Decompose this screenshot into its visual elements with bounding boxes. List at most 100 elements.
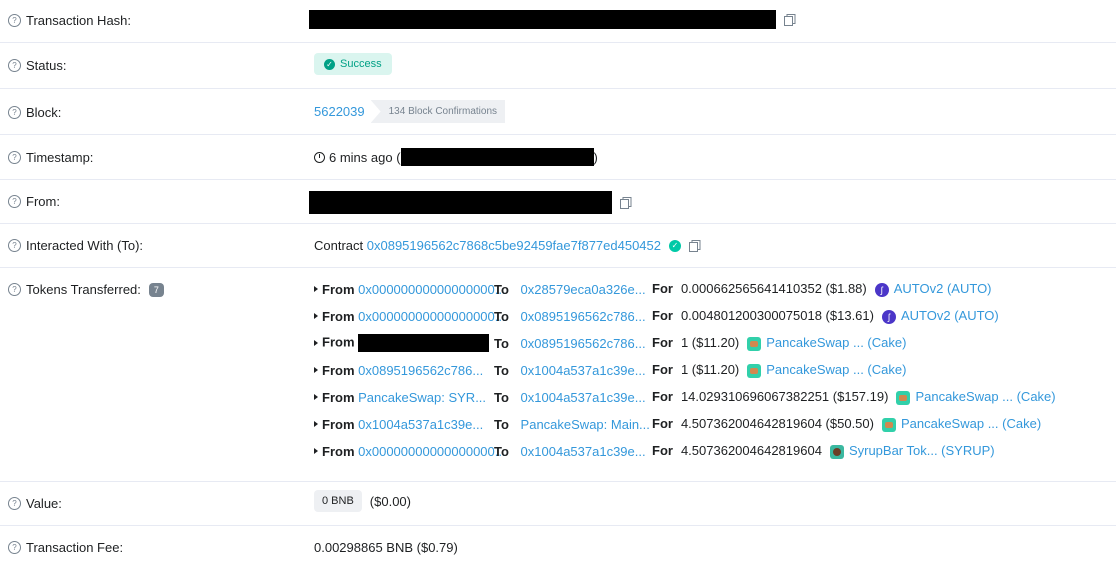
contract-address-link[interactable]: 0x0895196562c7868c5be92459fae7f877ed4504… (367, 238, 661, 253)
from-address-link[interactable]: 0x00000000000000000... (358, 282, 505, 297)
transfer-from: From 0x00000000000000000... (322, 308, 506, 324)
help-icon[interactable]: ? (8, 14, 21, 27)
from-address-link[interactable]: 0x00000000000000000... (358, 309, 505, 324)
token-link[interactable]: SyrupBar Tok... (SYRUP) (849, 443, 995, 458)
expand-caret-icon[interactable] (314, 286, 318, 292)
transfer-amount: For 4.507362004642819604 SyrupBar Tok... (… (652, 443, 995, 459)
token-link[interactable]: PancakeSwap ... (Cake) (915, 389, 1055, 404)
from-address-link[interactable]: 0x0895196562c786... (358, 363, 483, 378)
cake-token-icon (747, 336, 762, 351)
token-link[interactable]: PancakeSwap ... (Cake) (766, 362, 906, 377)
transfer-row: From 0x00000000000000000... To 0x1004a537… (314, 443, 1104, 459)
expand-caret-icon[interactable] (314, 313, 318, 319)
help-icon[interactable]: ? (8, 195, 21, 208)
transfer-row: From 0x00000000000000000... To 0x08951965… (314, 308, 1104, 324)
transfer-to: To 0x28579eca0a326e... (494, 281, 646, 297)
help-icon[interactable]: ? (8, 283, 21, 296)
tokens-count-badge: 7 (148, 282, 164, 297)
transfer-from: From (322, 334, 490, 352)
tx-hash-value (309, 10, 796, 29)
amount-value: 0.004801200300075018 ($13.61) (680, 308, 874, 324)
amount-value: 0.000662565641410352 ($1.88) (680, 281, 867, 297)
to-address-link[interactable]: 0x1004a537a1c39e... (521, 363, 646, 378)
redacted-date (400, 148, 594, 166)
transfer-amount: For 4.507362004642819604 ($50.50) PancakeS… (652, 416, 1042, 432)
value-usd: ($0.00) (369, 493, 411, 509)
syrup-token-icon (829, 444, 844, 459)
to-address-link[interactable]: PancakeSwap: Main... (521, 417, 650, 432)
expand-caret-icon[interactable] (314, 421, 318, 427)
block-number-link[interactable]: 5622039 (314, 104, 365, 119)
token-link[interactable]: PancakeSwap ... (Cake) (766, 335, 906, 350)
bnb-value-pill: 0 BNB (314, 490, 362, 512)
help-icon[interactable]: ? (8, 541, 21, 554)
tokens-label: ? Tokens Transferred: 7 (8, 282, 164, 297)
amount-value: 1 ($11.20) (680, 335, 740, 351)
transfer-to: To 0x1004a537a1c39e... (494, 443, 646, 459)
token-link[interactable]: AUTOv2 (AUTO) (901, 308, 999, 323)
transfer-from: From 0x0895196562c786... (322, 362, 484, 378)
amount-value: 4.507362004642819604 ($50.50) (680, 416, 874, 432)
interacted-label: ? Interacted With (To): (8, 238, 143, 253)
to-address-link[interactable]: 0x0895196562c786... (521, 336, 646, 351)
redacted-from-address (309, 191, 612, 214)
transfer-row: From To 0x0895196562c786... For 1 ($11.20)… (314, 334, 1104, 352)
auto-token-icon: ʃ (881, 309, 896, 324)
transfer-from: From PancakeSwap: SYR... (322, 389, 487, 405)
help-icon[interactable]: ? (8, 151, 21, 164)
to-address-link[interactable]: 0x0895196562c786... (521, 309, 646, 324)
transfer-amount: For 14.029310696067382251 ($157.19) Pancak… (652, 389, 1056, 405)
help-icon[interactable]: ? (8, 59, 21, 72)
copy-icon[interactable] (784, 13, 796, 26)
timestamp-value: 6 mins ago ( ) (314, 148, 598, 166)
from-address-link[interactable]: 0x1004a537a1c39e... (358, 417, 483, 432)
fee-label: ? Transaction Fee: (8, 540, 123, 555)
expand-caret-icon[interactable] (314, 394, 318, 400)
transfer-to: To PancakeSwap: Main... (494, 416, 650, 432)
transfer-row: From 0x1004a537a1c39e... To PancakeSwap: … (314, 416, 1104, 432)
token-link[interactable]: PancakeSwap ... (Cake) (901, 416, 1041, 431)
cake-token-icon (896, 390, 911, 405)
expand-caret-icon[interactable] (314, 340, 318, 346)
expand-caret-icon[interactable] (314, 448, 318, 454)
transfer-row: From PancakeSwap: SYR... To 0x1004a537a1c… (314, 389, 1104, 405)
transfer-to: To 0x0895196562c786... (494, 335, 646, 351)
amount-value: 1 ($11.20) (680, 362, 740, 378)
redacted-hash (309, 10, 776, 29)
help-icon[interactable]: ? (8, 106, 21, 119)
to-address-link[interactable]: 0x1004a537a1c39e... (521, 444, 646, 459)
transfer-from: From 0x00000000000000000... (322, 443, 506, 459)
expand-caret-icon[interactable] (314, 367, 318, 373)
timestamp-label: ? Timestamp: (8, 150, 93, 165)
transfer-row: From 0x0895196562c786... To 0x1004a537a1c… (314, 362, 1104, 378)
block-value: 5622039 134 Block Confirmations (314, 100, 506, 123)
amount-value: 14.029310696067382251 ($157.19) (680, 389, 889, 405)
fee-value: 0.00298865 BNB ($0.79) (314, 540, 458, 555)
token-link[interactable]: AUTOv2 (AUTO) (894, 281, 992, 296)
transfer-amount: For 0.004801200300075018 ($13.61) ʃ AUTOv2 … (652, 308, 999, 324)
help-icon[interactable]: ? (8, 239, 21, 252)
auto-token-icon: ʃ (874, 282, 889, 297)
block-label: ? Block: (8, 105, 61, 120)
transfer-from: From 0x00000000000000000... (322, 281, 506, 297)
amount-value: 4.507362004642819604 (680, 443, 822, 459)
to-address-link[interactable]: 0x28579eca0a326e... (521, 282, 646, 297)
from-address-link[interactable]: 0x00000000000000000... (358, 444, 505, 459)
value-label: ? Value: (8, 496, 62, 511)
transfer-amount: For 1 ($11.20) PancakeSwap ... (Cake) (652, 362, 907, 378)
transfer-amount: For 1 ($11.20) PancakeSwap ... (Cake) (652, 335, 907, 351)
to-address-link[interactable]: 0x1004a537a1c39e... (521, 390, 646, 405)
copy-icon[interactable] (620, 196, 632, 209)
transfer-row: From 0x00000000000000000... To 0x28579eca… (314, 281, 1104, 297)
status-value: ✓ Success (314, 53, 392, 75)
tx-hash-label: ? Transaction Hash: (8, 13, 131, 28)
clock-icon (314, 151, 325, 163)
copy-icon[interactable] (689, 239, 701, 252)
verified-check-icon: ✓ (669, 239, 681, 252)
from-address-link[interactable]: PancakeSwap: SYR... (358, 390, 486, 405)
redacted-address (358, 334, 490, 352)
transfer-amount: For 0.000662565641410352 ($1.88) ʃ AUTOv2 (… (652, 281, 992, 297)
help-icon[interactable]: ? (8, 497, 21, 510)
transfer-to: To 0x1004a537a1c39e... (494, 389, 646, 405)
cake-token-icon (881, 417, 896, 432)
